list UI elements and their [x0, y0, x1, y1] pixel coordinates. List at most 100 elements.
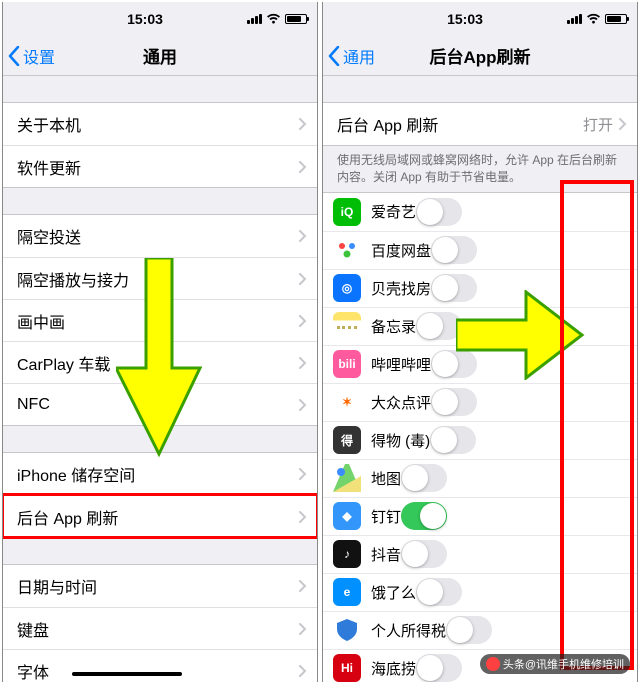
app-name: 哔哩哔哩 [371, 354, 431, 375]
battery-icon [605, 14, 627, 24]
app-icon: ✶ [333, 388, 361, 416]
toggle-switch[interactable] [401, 540, 447, 568]
app-row: ✶ 大众点评 [323, 383, 637, 421]
chevron-right-icon [299, 161, 307, 173]
cell-label: 关于本机 [17, 112, 293, 136]
app-row: e 饿了么 [323, 573, 637, 611]
status-time: 15:03 [43, 11, 247, 27]
app-icon: iQ [333, 198, 361, 226]
app-name: 大众点评 [371, 392, 431, 413]
cell-label: 键盘 [17, 617, 293, 641]
settings-row[interactable]: 后台 App 刷新 [3, 495, 317, 537]
chevron-right-icon [299, 511, 307, 523]
background-refresh-master[interactable]: 后台 App 刷新 打开 [323, 103, 637, 145]
app-row: 百度网盘 [323, 231, 637, 269]
cell-label: 日期与时间 [17, 574, 293, 598]
toggle-switch[interactable] [416, 654, 462, 682]
app-row: 备忘录 [323, 307, 637, 345]
toggle-switch[interactable] [416, 578, 462, 606]
app-row: 个人所得税 [323, 611, 637, 649]
nav-bar: 通用 后台App刷新 [323, 36, 637, 76]
app-name: 贝壳找房 [371, 278, 431, 299]
cell-label: 字体 [17, 659, 293, 683]
settings-row[interactable]: 字体 [3, 649, 317, 682]
wifi-icon [586, 12, 601, 27]
app-name: 得物 (毒) [371, 430, 430, 451]
settings-row[interactable]: CarPlay 车载 [3, 341, 317, 383]
settings-row[interactable]: 隔空播放与接力 [3, 257, 317, 299]
settings-row[interactable]: iPhone 储存空间 [3, 453, 317, 495]
app-row: ◎ 贝壳找房 [323, 269, 637, 307]
signal-icon [247, 14, 262, 24]
toggle-switch[interactable] [431, 274, 477, 302]
app-name: 抖音 [371, 544, 401, 565]
group-footnote: 使用无线局域网或蜂窝网络时，允许 App 在后台刷新内容。关闭 App 有助于节… [323, 146, 637, 192]
app-icon [333, 312, 361, 340]
app-icon: bili [333, 350, 361, 378]
toggle-switch[interactable] [416, 198, 462, 226]
app-icon: e [333, 578, 361, 606]
settings-row[interactable]: NFC [3, 383, 317, 425]
chevron-right-icon [299, 118, 307, 130]
app-name: 备忘录 [371, 316, 416, 337]
cell-label: 隔空投送 [17, 224, 293, 248]
toggle-switch[interactable] [416, 312, 462, 340]
app-icon: ◆ [333, 502, 361, 530]
app-icon [333, 616, 361, 644]
settings-row[interactable]: 软件更新 [3, 145, 317, 187]
app-name: 个人所得税 [371, 620, 446, 641]
app-row: 地图 [323, 459, 637, 497]
phone-left: 15:03 设置 通用 关于本机软件更新隔空投送隔空播放与接力画中画 CarPla… [2, 2, 318, 682]
app-row: 得 得物 (毒) [323, 421, 637, 459]
app-icon: ◎ [333, 274, 361, 302]
app-icon: ♪ [333, 540, 361, 568]
toggle-switch[interactable] [430, 426, 476, 454]
settings-row[interactable]: 隔空投送 [3, 215, 317, 257]
toggle-switch[interactable] [431, 236, 477, 264]
toggle-switch[interactable] [401, 464, 447, 492]
cell-label: 后台 App 刷新 [337, 112, 583, 136]
settings-row[interactable]: 关于本机 [3, 103, 317, 145]
app-row: iQ 爱奇艺 [323, 193, 637, 231]
chevron-right-icon [299, 315, 307, 327]
toggle-switch[interactable] [431, 388, 477, 416]
app-name: 百度网盘 [371, 240, 431, 261]
nav-bar: 设置 通用 [3, 36, 317, 76]
chevron-right-icon [299, 665, 307, 677]
signal-icon [567, 14, 582, 24]
toggle-switch[interactable] [431, 350, 477, 378]
chevron-right-icon [619, 118, 627, 130]
back-button[interactable]: 通用 [323, 44, 375, 68]
app-icon [333, 464, 361, 492]
battery-icon [285, 14, 307, 24]
cell-label: CarPlay 车载 [17, 351, 293, 375]
avatar [486, 657, 500, 671]
app-icon [333, 236, 361, 264]
settings-row[interactable]: 键盘 [3, 607, 317, 649]
chevron-right-icon [299, 273, 307, 285]
home-indicator[interactable] [72, 672, 182, 676]
watermark: 头条@讯维手机维修培训 [480, 654, 630, 674]
chevron-right-icon [299, 580, 307, 592]
status-bar: 15:03 [3, 2, 317, 36]
app-row: bili 哔哩哔哩 [323, 345, 637, 383]
settings-row[interactable]: 画中画 [3, 299, 317, 341]
status-bar: 15:03 [323, 2, 637, 36]
app-name: 地图 [371, 468, 401, 489]
status-time: 15:03 [363, 11, 567, 27]
toggle-switch[interactable] [446, 616, 492, 644]
chevron-right-icon [299, 357, 307, 369]
settings-row[interactable]: 日期与时间 [3, 565, 317, 607]
cell-label: 软件更新 [17, 155, 293, 179]
back-label: 设置 [23, 44, 55, 68]
toggle-switch[interactable] [401, 502, 447, 530]
chevron-right-icon [299, 399, 307, 411]
cell-label: 画中画 [17, 309, 293, 333]
chevron-right-icon [299, 230, 307, 242]
chevron-right-icon [299, 623, 307, 635]
app-name: 爱奇艺 [371, 201, 416, 222]
cell-label: iPhone 储存空间 [17, 462, 293, 486]
app-icon: Hi [333, 654, 361, 682]
back-button[interactable]: 设置 [3, 44, 55, 68]
back-label: 通用 [343, 44, 375, 68]
